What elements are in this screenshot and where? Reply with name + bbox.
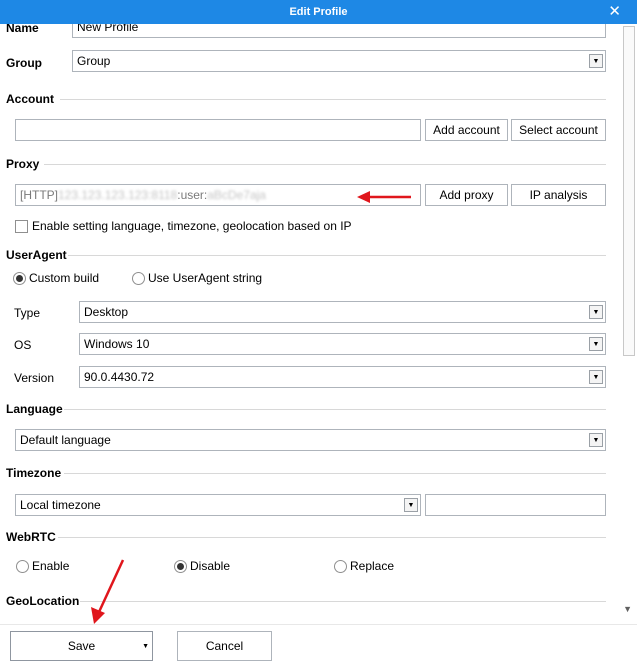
- scroll-down-arrow-icon[interactable]: ▼: [623, 604, 632, 614]
- webrtc-section-title: WebRTC: [6, 530, 56, 544]
- name-value: New Profile: [77, 24, 139, 34]
- title-bar: Edit Profile ✕: [0, 0, 637, 24]
- name-input[interactable]: New Profile: [72, 24, 606, 38]
- chevron-down-icon[interactable]: ▼: [589, 54, 603, 68]
- window-title: Edit Profile: [289, 6, 348, 18]
- annotation-arrow-icon: [357, 191, 411, 203]
- geolocation-divider: [80, 601, 606, 602]
- version-value: 90.0.4430.72: [84, 370, 155, 384]
- geo-by-ip-label: Enable setting language, timezone, geolo…: [32, 219, 352, 233]
- ip-analysis-button[interactable]: IP analysis: [511, 184, 606, 206]
- radio-circle-checked[interactable]: [174, 559, 187, 573]
- os-select[interactable]: Windows 10 ▼: [79, 333, 606, 355]
- account-divider: [60, 99, 606, 100]
- group-label: Group: [6, 56, 42, 70]
- chevron-down-icon[interactable]: ▼: [589, 305, 603, 319]
- radio-circle[interactable]: [132, 271, 145, 285]
- radio-webrtc-disable[interactable]: Disable: [174, 559, 230, 573]
- save-button[interactable]: Save ▼: [10, 631, 153, 661]
- radio-custom-build-label: Custom build: [29, 271, 100, 285]
- type-value: Desktop: [84, 305, 129, 319]
- account-input[interactable]: [15, 119, 421, 141]
- language-select[interactable]: Default language ▼: [15, 429, 606, 451]
- webrtc-divider: [58, 537, 606, 538]
- timezone-offset-input[interactable]: [425, 494, 606, 516]
- select-account-button[interactable]: Select account: [511, 119, 606, 141]
- account-section-title: Account: [6, 92, 54, 106]
- proxy-user: :user:: [177, 188, 208, 202]
- radio-webrtc-replace[interactable]: Replace: [334, 559, 394, 573]
- add-account-button[interactable]: Add account: [425, 119, 508, 141]
- geolocation-section-title: GeoLocation: [6, 594, 80, 608]
- version-select[interactable]: 90.0.4430.72 ▼: [79, 366, 606, 388]
- group-select[interactable]: Group ▼: [72, 50, 606, 72]
- useragent-divider: [68, 255, 606, 256]
- geo-by-ip-checkbox[interactable]: Enable setting language, timezone, geolo…: [15, 219, 352, 233]
- group-value: Group: [77, 54, 111, 68]
- radio-circle-checked[interactable]: [13, 271, 26, 285]
- type-select[interactable]: Desktop ▼: [79, 301, 606, 323]
- add-proxy-button[interactable]: Add proxy: [425, 184, 508, 206]
- radio-circle[interactable]: [16, 559, 29, 573]
- version-label: Version: [14, 371, 55, 385]
- radio-webrtc-replace-label: Replace: [350, 559, 395, 573]
- proxy-section-title: Proxy: [6, 157, 40, 171]
- proxy-prefix: [HTTP]: [20, 188, 58, 202]
- proxy-divider: [44, 164, 606, 165]
- radio-custom-build[interactable]: Custom build: [13, 271, 99, 285]
- proxy-user-blurred: aBcDe7aja: [207, 188, 266, 202]
- form-content: Name New Profile Group Group ▼ Account A…: [0, 24, 637, 624]
- save-label: Save: [67, 639, 96, 653]
- radio-circle[interactable]: [334, 559, 347, 573]
- close-icon[interactable]: ✕: [608, 3, 621, 21]
- name-label: Name: [6, 24, 39, 35]
- os-value: Windows 10: [84, 337, 150, 351]
- scrollbar-thumb[interactable]: [623, 26, 635, 356]
- chevron-down-icon[interactable]: ▼: [142, 643, 149, 650]
- annotation-arrow-icon: [91, 559, 125, 624]
- type-label: Type: [14, 306, 41, 320]
- language-divider: [64, 409, 606, 410]
- chevron-down-icon[interactable]: ▼: [589, 337, 603, 351]
- chevron-down-icon[interactable]: ▼: [589, 433, 603, 447]
- language-section-title: Language: [6, 402, 63, 416]
- useragent-section-title: UserAgent: [6, 248, 67, 262]
- chevron-down-icon[interactable]: ▼: [404, 498, 418, 512]
- radio-webrtc-enable[interactable]: Enable: [16, 559, 69, 573]
- radio-webrtc-disable-label: Disable: [190, 559, 231, 573]
- timezone-divider: [64, 473, 606, 474]
- timezone-section-title: Timezone: [6, 466, 62, 480]
- radio-useragent-string[interactable]: Use UserAgent string: [132, 271, 262, 285]
- language-value: Default language: [20, 433, 111, 447]
- cancel-button[interactable]: Cancel: [177, 631, 272, 661]
- scrollbar[interactable]: [622, 26, 635, 356]
- footer-bar: Save ▼ Cancel: [0, 624, 637, 663]
- timezone-value: Local timezone: [20, 498, 101, 512]
- proxy-host-blurred: 123.123.123.123:8118: [58, 188, 178, 202]
- timezone-select[interactable]: Local timezone ▼: [15, 494, 421, 516]
- radio-webrtc-enable-label: Enable: [32, 559, 70, 573]
- os-label: OS: [14, 338, 32, 352]
- radio-useragent-string-label: Use UserAgent string: [148, 271, 263, 285]
- chevron-down-icon[interactable]: ▼: [589, 370, 603, 384]
- checkbox-box[interactable]: [15, 219, 28, 233]
